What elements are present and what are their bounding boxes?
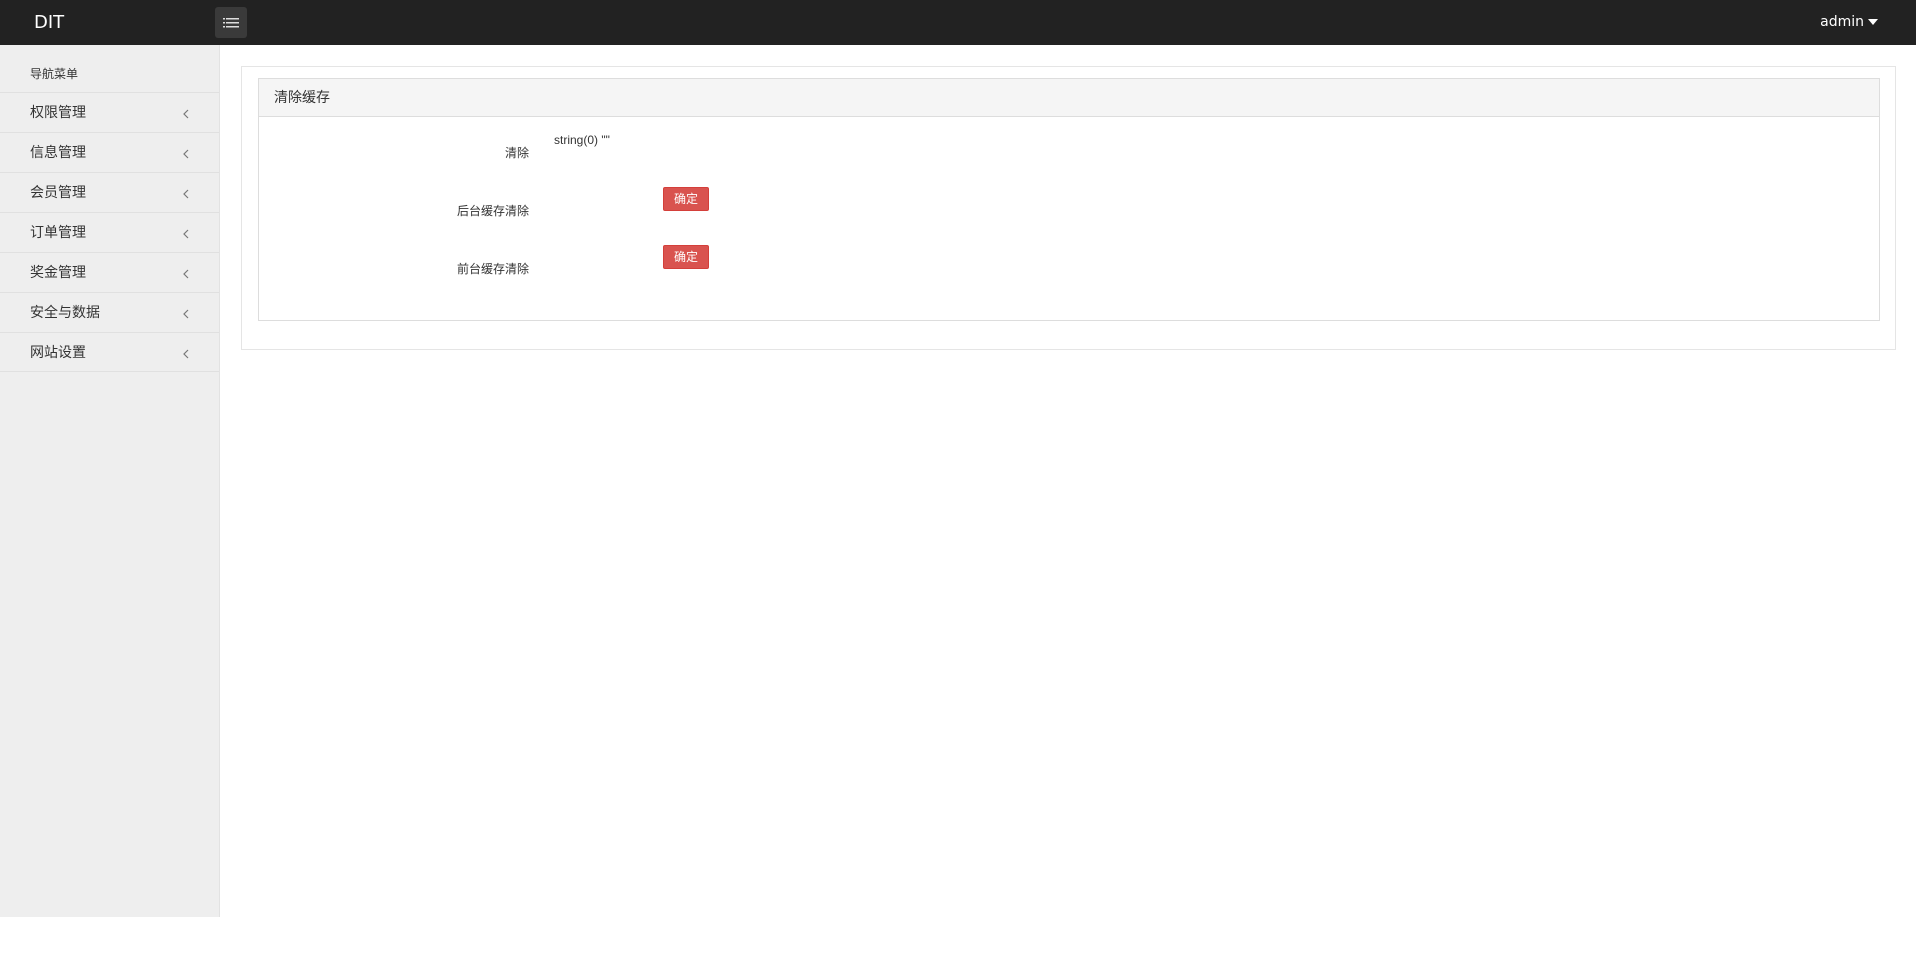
sidebar-item-label: 权限管理 <box>30 105 86 121</box>
content-wrapper: 清除缓存 清除 string(0) "" 后台缓存清除 确定 前台缓存清除 确定 <box>241 66 1896 350</box>
sidebar-item-label: 会员管理 <box>30 185 86 201</box>
sidebar-item-members[interactable]: 会员管理 <box>0 172 219 212</box>
caret-down-icon <box>1868 19 1878 25</box>
chevron-left-icon <box>183 229 189 239</box>
nav-header: 导航菜单 <box>30 67 79 81</box>
list-icon <box>223 17 239 27</box>
debug-output: string(0) "" <box>554 133 610 147</box>
sidebar-item-permissions[interactable]: 权限管理 <box>0 92 219 132</box>
chevron-left-icon <box>183 309 189 319</box>
sidebar-item-label: 安全与数据 <box>30 305 100 321</box>
sidebar-item-orders[interactable]: 订单管理 <box>0 212 219 252</box>
frontend-cache-confirm-button[interactable]: 确定 <box>663 245 709 269</box>
sidebar-item-label: 信息管理 <box>30 145 86 161</box>
sidebar-item-bonus[interactable]: 奖金管理 <box>0 252 219 292</box>
top-navbar: DIT admin <box>0 0 1916 45</box>
chevron-left-icon <box>183 189 189 199</box>
sidebar-item-label: 订单管理 <box>30 225 86 241</box>
chevron-left-icon <box>183 149 189 159</box>
clear-label: 清除 <box>504 146 529 160</box>
chevron-left-icon <box>183 109 189 119</box>
chevron-left-icon <box>183 349 189 359</box>
clear-cache-panel: 清除缓存 清除 string(0) "" 后台缓存清除 确定 前台缓存清除 确定 <box>258 78 1880 321</box>
frontend-cache-label: 前台缓存清除 <box>456 262 529 276</box>
sidebar-item-label: 奖金管理 <box>30 265 86 281</box>
backend-cache-confirm-button[interactable]: 确定 <box>663 187 709 211</box>
sidebar-item-info[interactable]: 信息管理 <box>0 132 219 172</box>
backend-cache-label: 后台缓存清除 <box>456 204 529 218</box>
brand-logo[interactable]: DIT <box>34 0 64 45</box>
sidebar: 导航菜单 权限管理 信息管理 会员管理 订单管理 奖金管理 安全与数据 网站设置 <box>0 45 220 917</box>
user-name: admin <box>1820 14 1864 30</box>
sidebar-item-settings[interactable]: 网站设置 <box>0 332 219 372</box>
menu-toggle-button[interactable] <box>215 7 247 38</box>
sidebar-item-label: 网站设置 <box>30 345 86 361</box>
chevron-left-icon <box>183 269 189 279</box>
sidebar-item-security[interactable]: 安全与数据 <box>0 292 219 332</box>
user-dropdown[interactable]: admin <box>1820 0 1878 45</box>
panel-title: 清除缓存 <box>259 79 1879 117</box>
